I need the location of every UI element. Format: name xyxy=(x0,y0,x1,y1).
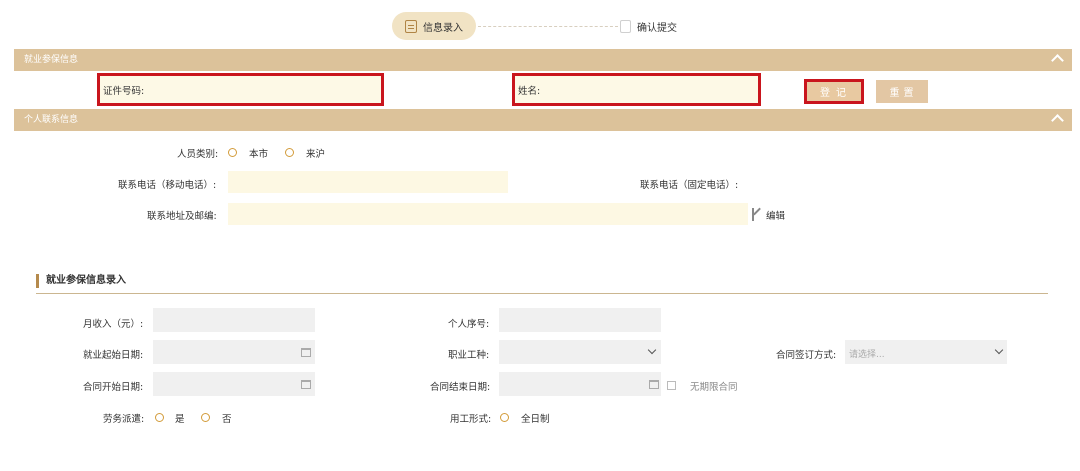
section-title: 就业参保信息 xyxy=(24,55,79,65)
employment-start-date-label: 就业起始日期: xyxy=(83,350,144,361)
unlimited-contract-checkbox[interactable] xyxy=(667,381,676,390)
radio-full-time[interactable] xyxy=(500,413,509,422)
divider xyxy=(36,293,1048,294)
occupation-label: 职业工种: xyxy=(448,350,490,361)
radio-local-label: 本市 xyxy=(249,149,269,160)
address-input[interactable] xyxy=(228,203,748,225)
contract-sign-label: 合同签订方式: xyxy=(776,350,837,361)
chevron-up-icon[interactable] xyxy=(1051,114,1064,127)
mobile-phone-input[interactable] xyxy=(228,171,508,193)
name-field[interactable]: 姓名: xyxy=(512,73,761,106)
id-number-field[interactable]: 证件号码: xyxy=(97,73,384,106)
radio-full-time-label: 全日制 xyxy=(521,414,550,425)
contract-start-date-label: 合同开始日期: xyxy=(83,382,144,393)
radio-dispatch-no-label: 否 xyxy=(222,414,232,425)
section-bar-employment-insurance[interactable]: 就业参保信息 xyxy=(14,49,1072,71)
step-info-entry-label: 信息录入 xyxy=(423,22,463,34)
unlimited-contract-label: 无期限合同 xyxy=(690,382,738,393)
calendar-icon[interactable] xyxy=(301,380,311,389)
radio-nonlocal-label: 来沪 xyxy=(306,149,326,160)
document-icon xyxy=(620,19,631,33)
register-button[interactable]: 登记 xyxy=(804,79,864,104)
radio-dispatch-no[interactable] xyxy=(201,413,210,422)
personal-number-label: 个人序号: xyxy=(448,319,490,330)
step-confirm-submit-label: 确认提交 xyxy=(637,22,677,34)
id-number-label: 证件号码: xyxy=(103,85,145,97)
mobile-phone-label: 联系电话（移动电话）: xyxy=(118,180,217,191)
reset-button[interactable]: 重置 xyxy=(876,80,928,103)
name-label: 姓名: xyxy=(518,85,541,97)
section-title: 个人联系信息 xyxy=(24,115,79,125)
employment-start-date-input[interactable] xyxy=(153,340,315,364)
contract-end-date-label: 合同结束日期: xyxy=(430,382,491,393)
edit-icon[interactable] xyxy=(752,208,754,221)
contract-start-date-input[interactable] xyxy=(153,372,315,396)
labor-dispatch-label: 劳务派遣: xyxy=(103,414,145,425)
category-label: 人员类别: xyxy=(177,149,219,160)
calendar-icon[interactable] xyxy=(649,380,659,389)
section-title-employment-entry: 就业参保信息录入 xyxy=(36,274,126,288)
personal-number-input[interactable] xyxy=(499,308,661,332)
contract-sign-placeholder: 请选择... xyxy=(849,350,885,360)
contract-end-date-input[interactable] xyxy=(499,372,661,396)
chevron-down-icon xyxy=(647,345,657,355)
chevron-down-icon xyxy=(994,345,1004,355)
edit-link[interactable]: 编辑 xyxy=(766,208,785,222)
address-label: 联系地址及邮编: xyxy=(147,211,217,222)
monthly-income-input[interactable] xyxy=(153,308,315,332)
radio-nonlocal[interactable] xyxy=(285,148,294,157)
step-connector xyxy=(478,26,618,27)
step-info-entry[interactable]: 信息录入 xyxy=(392,12,476,40)
employment-form-label: 用工形式: xyxy=(450,414,492,425)
calendar-icon[interactable] xyxy=(301,348,311,357)
chevron-up-icon[interactable] xyxy=(1051,54,1064,67)
radio-local[interactable] xyxy=(228,148,237,157)
fixed-phone-label: 联系电话（固定电话）: xyxy=(640,180,739,191)
contract-sign-select[interactable]: 请选择... xyxy=(845,340,1007,364)
step-confirm-submit[interactable]: 确认提交 xyxy=(620,12,677,40)
section-bar-personal-contact[interactable]: 个人联系信息 xyxy=(14,109,1072,131)
occupation-select[interactable] xyxy=(499,340,661,364)
monthly-income-label: 月收入（元）: xyxy=(83,319,144,330)
radio-dispatch-yes-label: 是 xyxy=(175,414,185,425)
document-icon xyxy=(405,19,417,33)
radio-dispatch-yes[interactable] xyxy=(155,413,164,422)
